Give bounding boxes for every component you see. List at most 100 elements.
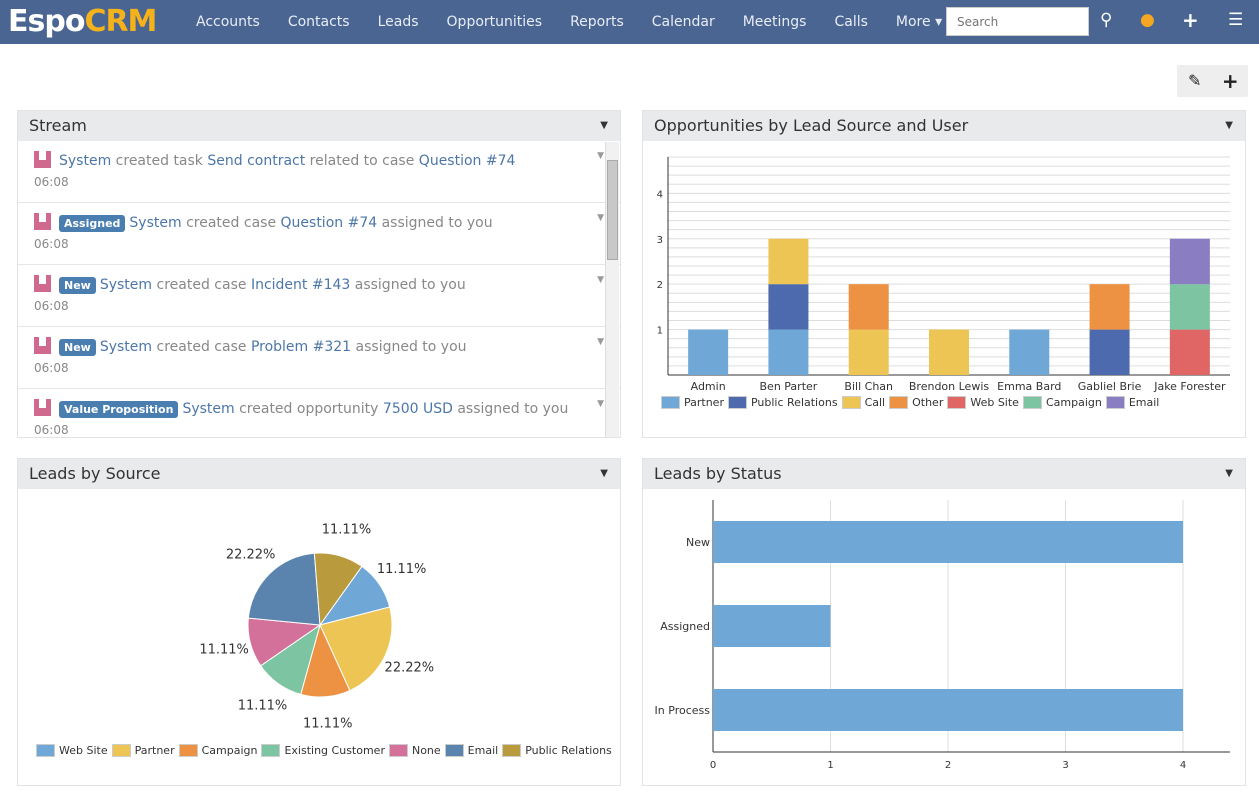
nav-meetings[interactable]: Meetings [743,14,807,30]
case-icon [34,275,51,292]
legend-item[interactable]: Partner [111,744,175,757]
bar-segment[interactable] [1089,284,1130,330]
record-link[interactable]: 7500 USD [383,401,453,417]
legend-item[interactable]: None [388,744,441,757]
case-icon [34,399,51,416]
case-icon [34,213,51,230]
record-link[interactable]: Question #74 [419,153,516,169]
menu-icon[interactable]: ☰ [1228,10,1243,30]
stream-item: New System created case Incident #143 ass… [18,265,620,327]
pie-slice[interactable] [247,552,321,626]
y-tick-label: 2 [657,280,663,291]
panel-title: Leads by Source [29,464,161,483]
case-icon [34,151,51,168]
panel-title: Opportunities by Lead Source and User [654,116,969,135]
bar-segment[interactable] [768,238,809,285]
legend-item[interactable]: Email [444,744,498,757]
stream-text: created opportunity [234,401,383,417]
caret-down-icon[interactable]: ▼ [597,151,604,161]
y-tick-label: New [686,536,710,549]
caret-down-icon[interactable]: ▼ [600,111,608,141]
stream-text: created case [152,277,251,293]
caret-down-icon[interactable]: ▼ [597,399,604,409]
actor-link[interactable]: System [182,401,234,417]
legend-item[interactable]: Partner [661,396,724,409]
bar-segment[interactable] [768,329,809,375]
search-input[interactable] [946,7,1089,36]
stream-text: created task [111,153,208,169]
record-link[interactable]: Send contract [207,153,305,169]
caret-down-icon[interactable]: ▼ [1225,111,1233,141]
legend-item[interactable]: Public Relations [727,396,838,409]
bar[interactable] [713,689,1183,731]
nav-opportunities[interactable]: Opportunities [447,14,543,30]
logo[interactable]: EspoCRM [0,0,180,44]
actor-link[interactable]: System [59,153,111,169]
bar-segment[interactable] [768,284,809,330]
x-tick-label: Bill Chan [844,380,893,393]
pencil-icon[interactable]: ✎ [1177,65,1213,97]
bar-segment[interactable] [848,284,889,330]
status-badge: Value Proposition [59,401,179,418]
nav-calls[interactable]: Calls [834,14,867,30]
bar-segment[interactable] [1009,329,1050,375]
legend-item[interactable]: Existing Customer [261,744,385,757]
nav-leads[interactable]: Leads [378,14,419,30]
actor-link[interactable]: System [129,215,181,231]
nav-contacts[interactable]: Contacts [288,14,350,30]
stream-item: Assigned System created case Question #74… [18,203,620,265]
caret-down-icon[interactable]: ▼ [597,213,604,223]
x-tick-label: Ben Parter [760,380,818,393]
bell-icon[interactable]: ● [1140,10,1155,30]
stream-text: assigned to you [452,401,569,417]
y-tick-label: In Process [655,704,711,717]
caret-down-icon[interactable]: ▼ [597,275,604,285]
nav-more[interactable]: More ▾ [896,14,942,30]
legend-item[interactable]: Web Site [947,396,1019,409]
bar[interactable] [713,521,1183,563]
timestamp: 06:08 [34,299,69,313]
legend-item[interactable]: Other [889,396,943,409]
legend-item[interactable]: Call [841,396,885,409]
record-link[interactable]: Problem #321 [251,339,351,355]
stream-text: assigned to you [350,277,466,293]
stream-text: assigned to you [377,215,493,231]
panel-title: Stream [29,116,87,135]
y-tick-label: 1 [657,326,663,337]
record-link[interactable]: Question #74 [281,215,378,231]
slice-label: 11.11% [377,562,427,577]
horizontal-bar-chart: 0 1 2 3 4 New Assigned In Process [655,500,1230,771]
caret-down-icon[interactable]: ▼ [600,459,608,489]
legend-item[interactable]: Public Relations [502,744,612,757]
stream-text: created case [181,215,281,231]
nav-calendar[interactable]: Calendar [652,14,715,30]
bar-segment[interactable] [1089,329,1130,375]
legend-item[interactable]: Web Site [36,744,108,757]
x-tick-label: Brendon Lewis [909,380,990,393]
caret-down-icon[interactable]: ▼ [1225,459,1233,489]
plus-icon[interactable]: + [1182,8,1199,32]
bar-segment[interactable] [688,329,729,375]
stream-item: System created task Send contract relate… [18,141,620,203]
actor-link[interactable]: System [100,277,152,293]
bar-segment[interactable] [1169,284,1210,330]
search-icon[interactable]: ⚲ [1100,10,1112,30]
bar-segment[interactable] [1169,329,1210,375]
scrollbar[interactable] [605,142,619,437]
bar[interactable] [713,605,831,647]
plus-icon[interactable]: + [1213,65,1249,97]
actor-link[interactable]: System [100,339,152,355]
nav-accounts[interactable]: Accounts [196,14,260,30]
legend-item[interactable]: Campaign [178,744,257,757]
nav-reports[interactable]: Reports [570,14,624,30]
slice-label: 11.11% [303,717,353,732]
legend-item[interactable]: Email [1105,396,1159,409]
caret-down-icon[interactable]: ▼ [597,337,604,347]
x-tick-label: Emma Bard [997,380,1061,393]
bar-segment[interactable] [929,329,969,375]
bar-segment[interactable] [848,329,889,375]
bar-segment[interactable] [1169,238,1210,285]
legend-item[interactable]: Campaign [1022,396,1102,409]
record-link[interactable]: Incident #143 [251,277,350,293]
timestamp: 06:08 [34,361,69,375]
